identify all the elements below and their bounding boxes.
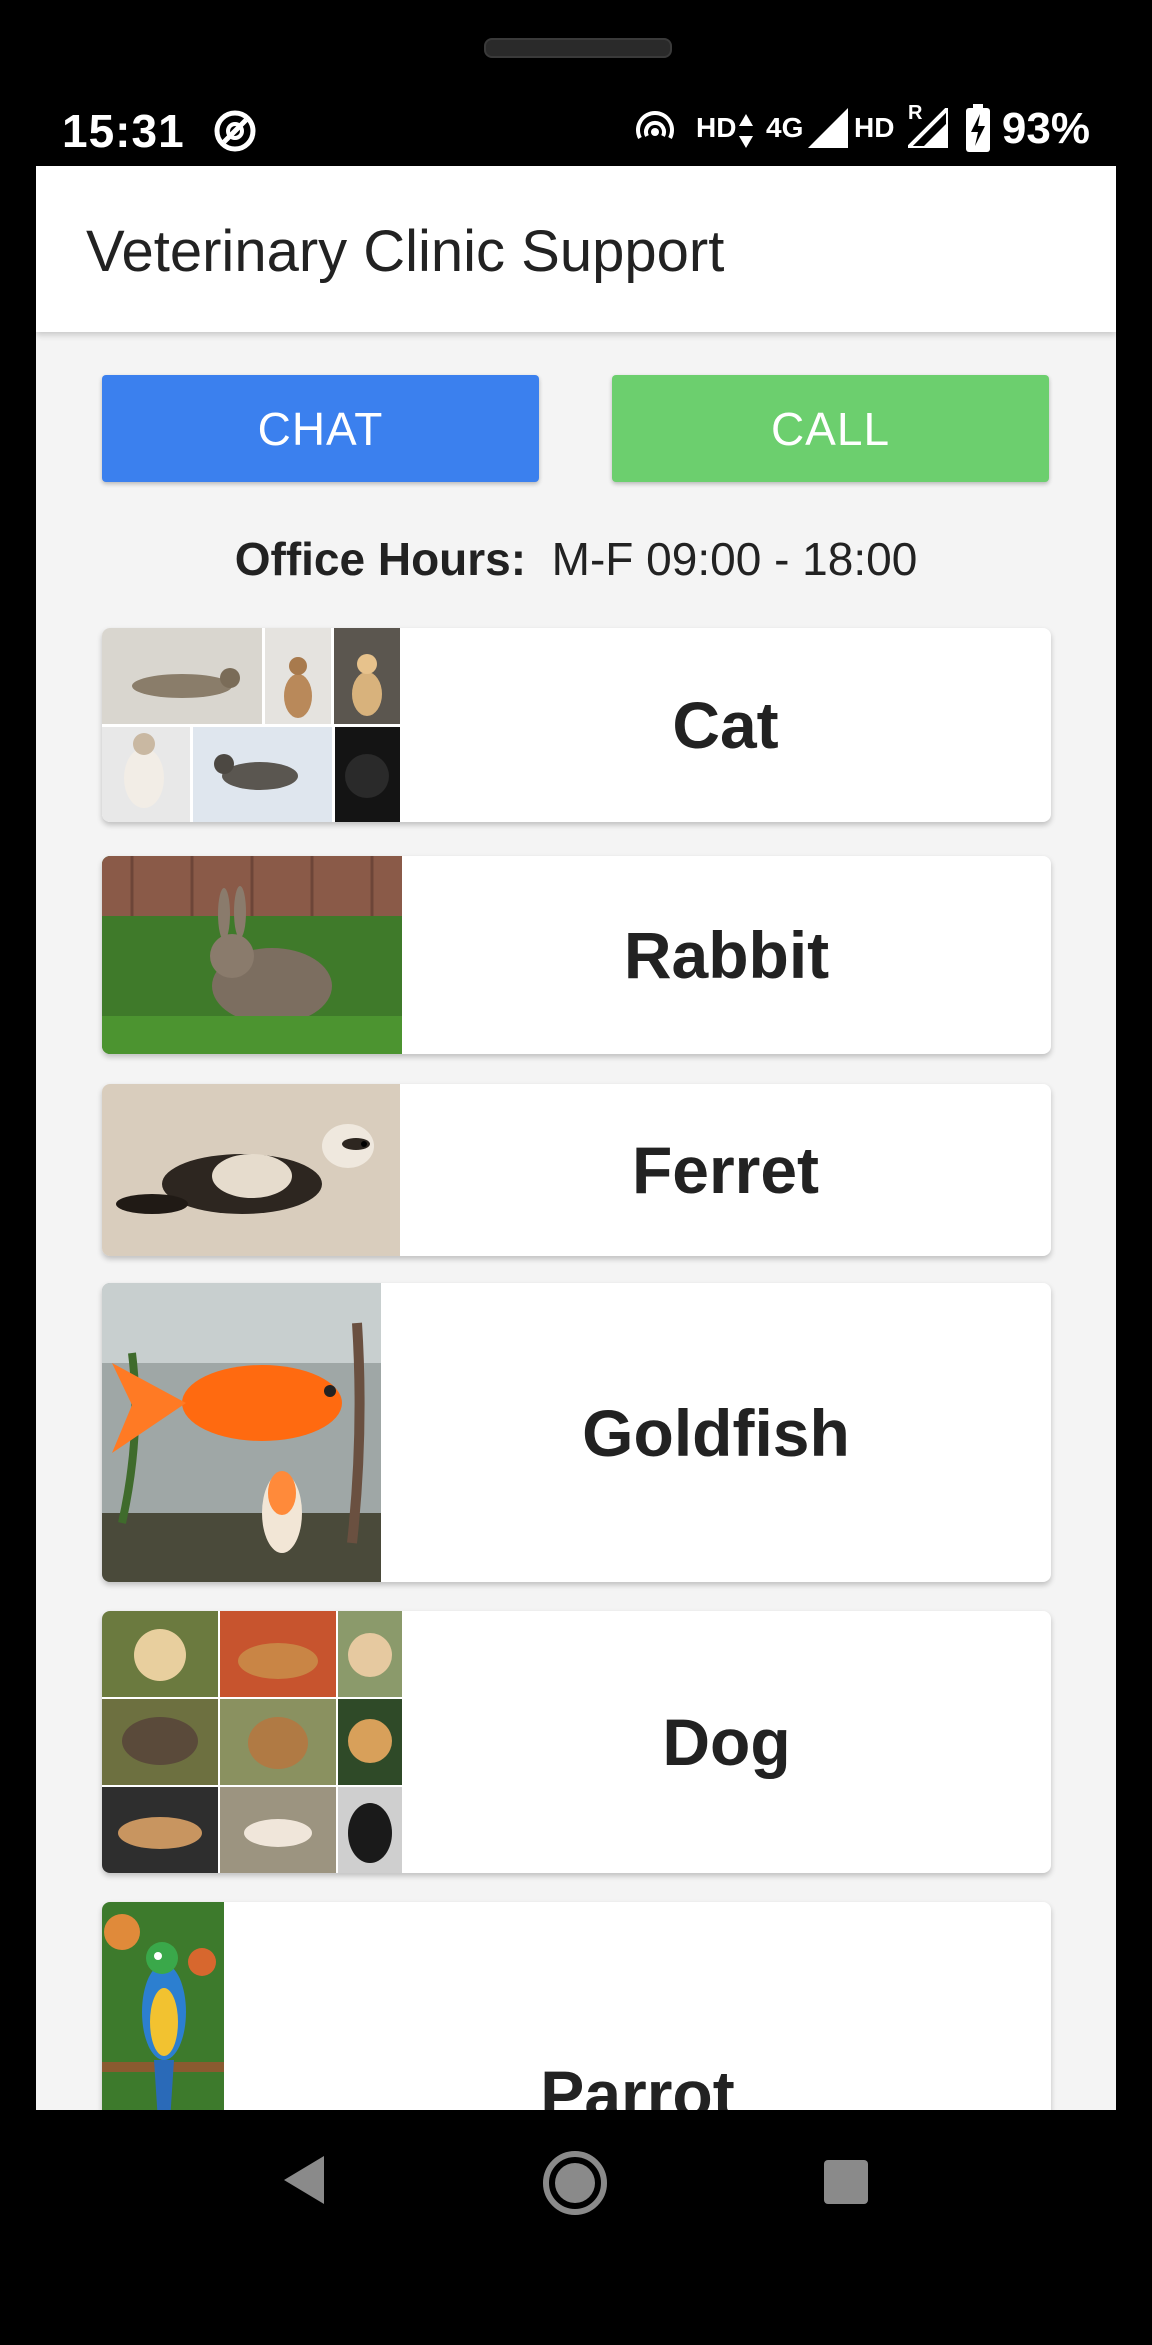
animal-label: Cat <box>672 688 779 762</box>
status-time: 15:31 <box>62 105 185 157</box>
cat-collage-photo <box>102 628 400 822</box>
animal-label: Parrot <box>540 2057 735 2110</box>
battery-percent: 93% <box>1001 104 1090 153</box>
dog-collage-photo <box>102 1611 402 1873</box>
ferret-photo <box>102 1084 400 1256</box>
dnd-icon <box>212 108 258 159</box>
earpiece-speaker <box>484 38 672 58</box>
navigation-bar <box>0 2110 1152 2345</box>
office-hours-label: Office Hours: <box>234 533 527 585</box>
hotspot-icon <box>634 108 676 155</box>
office-hours-value: M-F 09:00 - 18:00 <box>551 533 918 585</box>
animal-card-ferret[interactable]: Ferret <box>102 1084 1051 1256</box>
data-arrows-icon <box>738 114 754 153</box>
call-button[interactable]: CALL <box>612 375 1049 482</box>
app-title: Veterinary Clinic Support <box>86 219 725 284</box>
app-screen: Veterinary Clinic Support CHAT CALL Offi… <box>36 166 1116 2110</box>
signal-icon-2 <box>903 103 950 153</box>
device-frame: 15:31 HD 4G HD R 93% Veterinary Clinic S… <box>0 0 1152 2345</box>
home-icon[interactable] <box>542 2150 608 2221</box>
signal-icon <box>808 108 848 153</box>
animal-card-rabbit[interactable]: Rabbit <box>102 856 1051 1054</box>
animal-card-dog[interactable]: Dog <box>102 1611 1051 1873</box>
recents-icon[interactable] <box>822 2158 870 2211</box>
parrot-photo <box>102 1902 224 2110</box>
hd-indicator-2: HD <box>854 112 895 143</box>
animal-label: Dog <box>662 1705 791 1779</box>
animal-label: Rabbit <box>623 918 830 992</box>
hd-indicator: HD <box>696 112 737 143</box>
animal-card-parrot[interactable]: Parrot <box>102 1902 1051 2110</box>
animal-card-cat[interactable]: Cat <box>102 628 1051 822</box>
battery-charging-icon <box>966 104 990 157</box>
animal-card-goldfish[interactable]: Goldfish <box>102 1283 1051 1582</box>
app-bar: Veterinary Clinic Support <box>36 166 1116 332</box>
animal-label: Goldfish <box>582 1395 850 1470</box>
status-bar: 15:31 HD 4G HD R 93% <box>36 100 1116 166</box>
rabbit-photo <box>102 856 402 1054</box>
network-type: 4G <box>766 112 804 143</box>
goldfish-photo <box>102 1283 381 1582</box>
back-icon[interactable] <box>280 2154 328 2211</box>
chat-button[interactable]: CHAT <box>102 375 539 482</box>
office-hours: Office Hours: M-F 09:00 - 18:00 <box>36 532 1116 586</box>
animal-label: Ferret <box>631 1133 820 1207</box>
